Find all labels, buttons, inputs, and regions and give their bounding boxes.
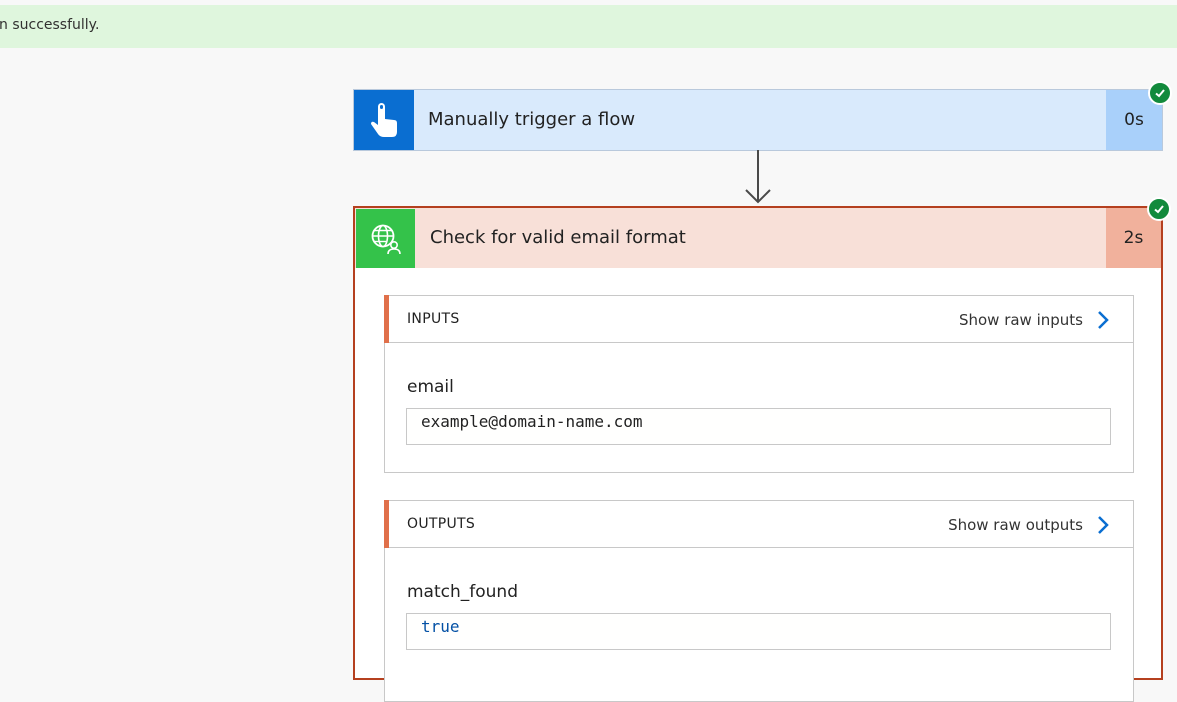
action-title: Check for valid email format <box>430 227 686 248</box>
banner-message: n successfully. <box>0 17 100 33</box>
success-check-icon <box>1148 81 1172 105</box>
inputs-title: INPUTS <box>407 311 460 327</box>
show-raw-inputs-link[interactable]: Show raw inputs <box>959 310 1109 330</box>
globe-person-icon <box>356 209 415 268</box>
section-accent-bar <box>384 500 389 548</box>
chevron-right-icon <box>1098 311 1109 329</box>
inputs-section: INPUTS Show raw inputs email example@dom… <box>384 295 1134 473</box>
outputs-title: OUTPUTS <box>407 516 476 532</box>
action-card[interactable]: Check for valid email format 2s INPUTS S… <box>353 206 1163 702</box>
chevron-right-icon <box>1098 516 1109 534</box>
success-banner: n successfully. <box>0 5 1177 48</box>
connector-arrow-icon <box>745 150 771 204</box>
touch-hand-icon <box>354 90 414 150</box>
trigger-card[interactable]: Manually trigger a flow 0s <box>353 89 1163 151</box>
section-accent-bar <box>384 295 389 343</box>
email-field-value: example@domain-name.com <box>406 408 1111 445</box>
show-raw-inputs-label: Show raw inputs <box>958 311 1083 329</box>
outputs-section: OUTPUTS Show raw outputs match_found tru… <box>384 500 1134 702</box>
match-found-field-value: true <box>406 613 1111 650</box>
action-header[interactable]: Check for valid email format 2s <box>355 208 1161 268</box>
email-field-label: email <box>407 377 454 397</box>
show-raw-outputs-link[interactable]: Show raw outputs <box>948 515 1109 535</box>
show-raw-outputs-label: Show raw outputs <box>948 516 1083 534</box>
outputs-section-header: OUTPUTS Show raw outputs <box>384 500 1133 548</box>
inputs-section-header: INPUTS Show raw inputs <box>384 295 1133 343</box>
trigger-title: Manually trigger a flow <box>428 109 636 130</box>
match-found-field-label: match_found <box>407 582 518 602</box>
success-check-icon <box>1147 197 1171 221</box>
